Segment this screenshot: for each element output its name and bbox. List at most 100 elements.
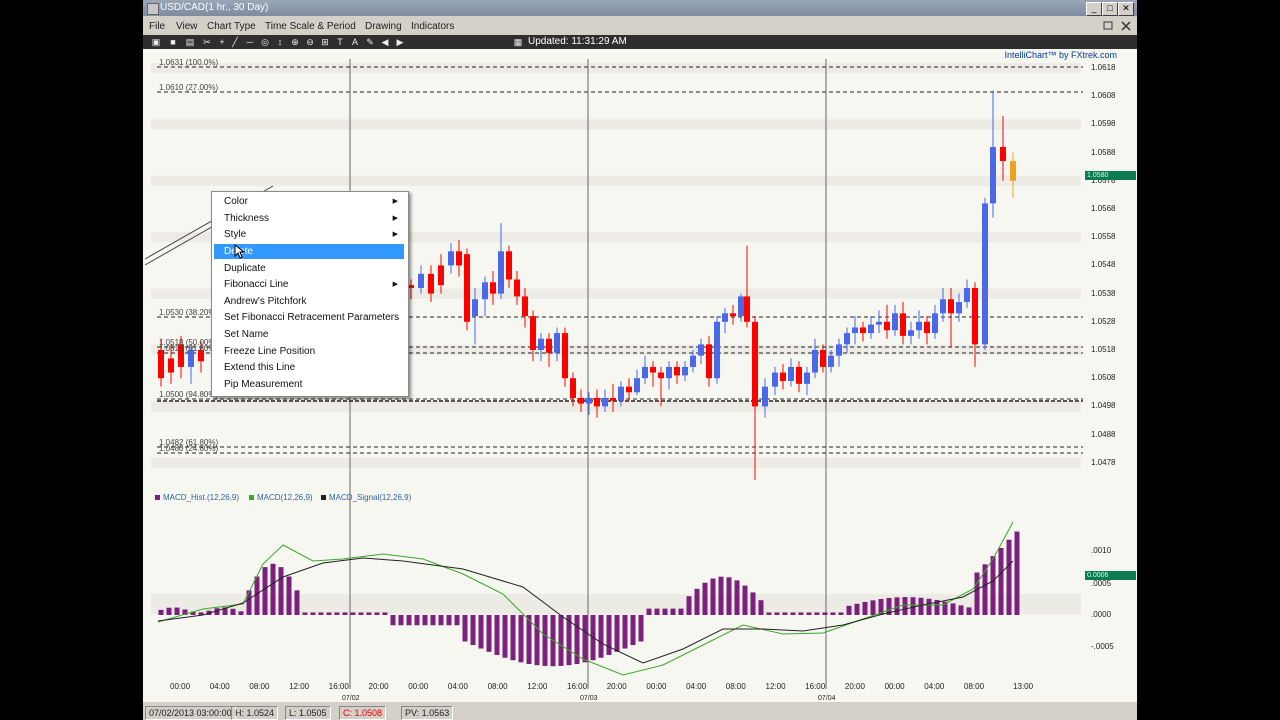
x-axis-label: 20:00 (368, 682, 389, 691)
candle-body (796, 366, 802, 384)
print-icon[interactable]: ▣ (151, 37, 161, 47)
macd-hist-bar (470, 615, 476, 646)
candle-body (1010, 161, 1016, 181)
submenu-arrow-icon: ▶ (392, 231, 398, 238)
menu-item-label: Style (224, 229, 247, 240)
candle-body (828, 355, 834, 367)
macd-hist-bar (806, 612, 812, 615)
menu-item-pitchfork[interactable]: Andrew's Pitchfork (214, 294, 404, 309)
restore-icon[interactable] (1101, 18, 1115, 33)
submenu-arrow-icon: ▶ (392, 215, 398, 222)
y-axis-label: 1.0598 (1091, 119, 1116, 129)
menu-indicators[interactable]: Indicators (411, 20, 454, 33)
menu-view[interactable]: View (176, 20, 198, 33)
mouse-cursor-icon (234, 244, 246, 259)
legend-swatch-hist (155, 495, 160, 500)
candle-body (940, 299, 946, 314)
menu-item-pip-measurement[interactable]: Pip Measurement (214, 377, 404, 392)
menu-item-style[interactable]: Style ▶ (214, 227, 404, 242)
crosshair-icon[interactable]: + (217, 37, 227, 47)
menu-item-color[interactable]: Color ▶ (214, 194, 404, 209)
cut-icon[interactable]: ✂ (202, 37, 212, 47)
menu-drawing[interactable]: Drawing (365, 20, 402, 33)
status-datetime: 07/02/2013 03:00:00 (145, 706, 236, 720)
macd-hist-bar (246, 590, 252, 615)
macd-axis-label: .0000 (1091, 610, 1112, 619)
macd-hist-bar (830, 612, 836, 615)
y-axis-label: 1.0498 (1091, 401, 1116, 411)
macd-hist-bar (414, 615, 420, 626)
macd-hist-bar (534, 615, 540, 666)
candle-body (538, 338, 544, 350)
candle-body (762, 386, 768, 407)
target-icon[interactable]: ◎ (260, 37, 270, 47)
menu-item-thickness[interactable]: Thickness ▶ (214, 211, 404, 226)
macd-hist-bar (1014, 531, 1020, 615)
macd-hist-bar (630, 615, 636, 646)
grid-icon[interactable]: ⊞ (320, 37, 330, 47)
menu-item-label: Extend this Line (224, 362, 296, 373)
macd-hist-bar (310, 612, 316, 615)
context-menu: Color▶ Thickness▶ Style▶ Delete Duplicat… (211, 191, 409, 397)
candle-body (594, 397, 600, 407)
macd-hist-bar (518, 615, 524, 663)
price-band (151, 63, 1081, 73)
date-label: 07/04 (818, 695, 836, 702)
candle-body (490, 282, 496, 294)
menu-chart-type[interactable]: Chart Type (207, 20, 256, 33)
menu-item-freeze-line[interactable]: Freeze Line Position (214, 344, 404, 359)
macd-hist-bar (902, 597, 908, 615)
macd-hist-bar (990, 556, 996, 615)
y-axis-label: 1.0588 (1091, 147, 1116, 157)
menu-file[interactable]: File (149, 20, 165, 33)
macd-hist-bar (774, 612, 780, 615)
candle-body (964, 287, 970, 303)
line-icon[interactable]: ╱ (230, 37, 240, 47)
close-button[interactable]: ✕ (1118, 2, 1134, 16)
save-icon[interactable]: ■ (168, 37, 178, 47)
arrow-icon[interactable]: ↕ (275, 37, 285, 47)
maximize-button[interactable]: □ (1102, 2, 1118, 16)
open-icon[interactable]: ▤ (185, 37, 195, 47)
fit-icon[interactable]: ▦ (513, 37, 523, 47)
x-axis-label: 12:00 (765, 682, 786, 691)
zoom-in-icon[interactable]: ⊕ (290, 37, 300, 47)
text-icon[interactable]: T (335, 37, 345, 47)
candle-body (860, 327, 866, 334)
macd-hist-bar (510, 615, 516, 661)
close-doc-icon[interactable] (1119, 18, 1133, 33)
menu-item-label: Pip Measurement (224, 379, 303, 390)
font-icon[interactable]: A (350, 37, 360, 47)
status-low: L: 1.0505 (285, 706, 331, 720)
menu-item-extend-line[interactable]: Extend this Line (214, 360, 404, 375)
macd-hist-bar (742, 585, 748, 615)
macd-hist-bar (782, 612, 788, 615)
menu-item-set-name[interactable]: Set Name (214, 327, 404, 342)
candle-body (788, 366, 794, 382)
menu-item-fib-params[interactable]: Set Fibonacci Retracement Parameters (214, 310, 404, 325)
menu-item-duplicate[interactable]: Duplicate (214, 261, 404, 276)
y-axis-label: 1.0558 (1091, 232, 1116, 242)
window-title: USD/CAD(1 hr., 30 Day) (160, 2, 269, 13)
macd-hist-bar (270, 563, 276, 615)
forward-icon[interactable]: ▶ (395, 37, 405, 47)
macd-hist-bar (966, 607, 972, 615)
pencil-icon[interactable]: ✎ (365, 37, 375, 47)
menu-item-label: Fibonacci Line (224, 279, 289, 290)
candle-body (772, 372, 778, 387)
legend-macd-signal: MACD_Signal(12,26,9) (321, 493, 411, 502)
macd-hist-bar (390, 615, 396, 626)
y-axis-label: 1.0568 (1091, 204, 1116, 213)
candle-body (498, 251, 504, 294)
back-icon[interactable]: ◀ (380, 37, 390, 47)
macd-hist-bar (366, 612, 372, 615)
zoom-out-icon[interactable]: ⊖ (305, 37, 315, 47)
minimize-button[interactable]: _ (1086, 2, 1102, 16)
macd-hist-bar (166, 607, 172, 615)
title-bar[interactable]: USD/CAD(1 hr., 30 Day) _ □ ✕ (143, 0, 1137, 16)
hline-icon[interactable]: ─ (245, 37, 255, 47)
menu-item-label: Freeze Line Position (224, 346, 316, 357)
candle-body (836, 344, 842, 356)
menu-time-scale[interactable]: Time Scale & Period (265, 20, 356, 33)
menu-item-fibonacci-line[interactable]: Fibonacci Line ▶ (214, 277, 404, 292)
